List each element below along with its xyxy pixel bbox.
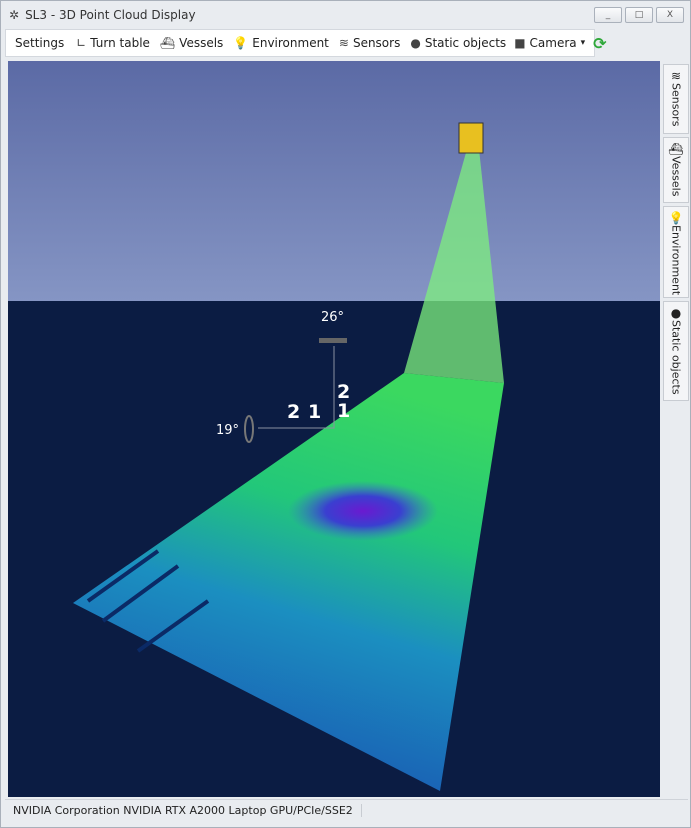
settings-button[interactable]: Settings — [11, 32, 68, 54]
axis-icon: ∟ — [76, 36, 87, 50]
refresh-button[interactable]: ⟳ — [589, 32, 610, 54]
environment-button[interactable]: 💡 Environment — [229, 32, 333, 54]
window-title: SL3 - 3D Point Cloud Display — [25, 7, 196, 22]
scale-x-1: 1 — [308, 401, 322, 423]
point-cloud-scene — [8, 61, 660, 797]
vessel-icon: ⛴ — [159, 36, 176, 50]
vessels-button[interactable]: ⛴ Vessels — [156, 32, 227, 54]
sensor-model — [458, 122, 484, 154]
status-bar: NVIDIA Corporation NVIDIA RTX A2000 Lapt… — [5, 799, 688, 821]
static-objects-button[interactable]: ● Static objects — [406, 32, 510, 54]
tab-label: Sensors — [669, 83, 683, 127]
toolbar: Settings ∟ Turn table ⛴ Vessels 💡 Environme… — [5, 29, 607, 57]
renderer-info: NVIDIA Corporation NVIDIA RTX A2000 Lapt… — [13, 804, 362, 817]
camera-icon: ■ — [514, 36, 526, 50]
minimize-button[interactable]: _ — [594, 7, 622, 23]
sonar-icon: ≋ — [670, 69, 682, 83]
chevron-down-icon: ▾ — [580, 38, 586, 48]
window: ✲ SL3 - 3D Point Cloud Display _ □ X Set… — [0, 0, 691, 828]
scale-y-1: 1 — [337, 400, 351, 422]
sky — [8, 61, 660, 301]
title-bar: ✲ SL3 - 3D Point Cloud Display _ □ X — [1, 1, 690, 28]
lightbulb-icon: 💡 — [233, 36, 249, 50]
seabed-depression — [288, 481, 438, 541]
vessels-label: Vessels — [179, 36, 224, 50]
side-tab-static-objects[interactable]: ● Static objects — [663, 301, 689, 401]
pin-icon: ● — [410, 36, 421, 50]
pitch-angle: 26° — [321, 310, 345, 325]
sensors-label: Sensors — [352, 36, 401, 50]
side-tab-environment[interactable]: 💡 Environment — [663, 206, 689, 298]
maximize-button[interactable]: □ — [625, 7, 653, 23]
lightbulb-icon: 💡 — [668, 211, 684, 225]
vessel-icon: ⛴ — [668, 142, 684, 156]
sonar-icon: ≋ — [338, 36, 349, 50]
turn-table-button[interactable]: ∟ Turn table — [72, 32, 154, 54]
app-icon: ✲ — [9, 7, 20, 22]
vessel-indicator — [319, 338, 347, 343]
3d-viewport[interactable]: 26° 19° 2 1 2 1 — [8, 61, 660, 797]
static-objects-label: Static objects — [424, 36, 507, 50]
tab-label: Environment — [669, 225, 683, 296]
sensors-button[interactable]: ≋ Sensors — [335, 32, 404, 54]
side-panel-tabs: ≋ Sensors ⛴ Vessels 💡 Environment ● Static o… — [663, 64, 689, 404]
camera-button[interactable]: ■ Camera ▾ — [510, 32, 589, 54]
scale-x-2: 2 — [287, 401, 301, 423]
roll-angle: 19° — [216, 423, 240, 438]
settings-label: Settings — [15, 36, 65, 50]
side-tab-vessels[interactable]: ⛴ Vessels — [663, 137, 689, 203]
side-tab-sensors[interactable]: ≋ Sensors — [663, 64, 689, 134]
environment-label: Environment — [252, 36, 329, 50]
tab-label: Static objects — [669, 320, 683, 395]
close-button[interactable]: X — [656, 7, 684, 23]
tab-label: Vessels — [669, 156, 683, 197]
camera-label: Camera — [529, 36, 577, 50]
turn-table-label: Turn table — [90, 36, 150, 50]
refresh-icon: ⟳ — [593, 33, 607, 53]
pin-icon: ● — [670, 306, 682, 320]
